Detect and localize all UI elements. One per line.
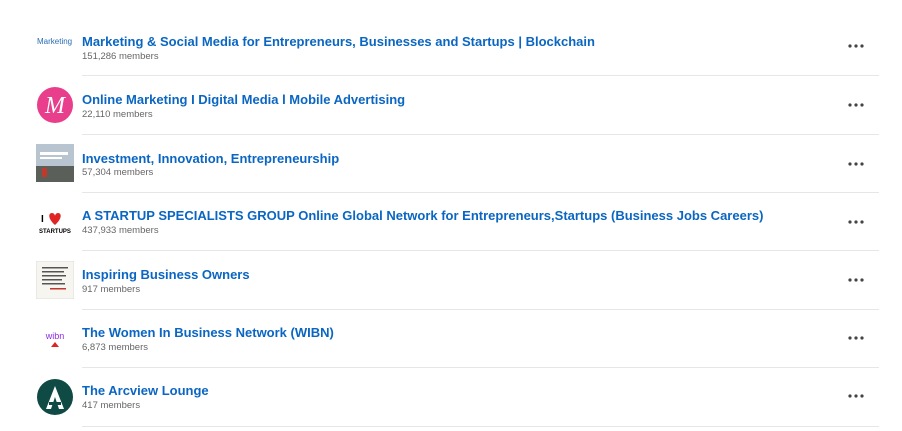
- group-name-link[interactable]: Marketing & Social Media for Entrepreneu…: [82, 34, 595, 49]
- group-logo-text: Marketing: [37, 37, 72, 46]
- ellipsis-icon[interactable]: [843, 214, 869, 230]
- list-item: Investment, Innovation, Entrepreneurship…: [0, 135, 902, 193]
- group-logo[interactable]: Marketing: [36, 22, 74, 60]
- ellipsis-icon[interactable]: [843, 97, 869, 113]
- member-count: 917 members: [82, 284, 141, 295]
- group-logo[interactable]: M: [36, 86, 74, 124]
- group-logo-text: STARTUPS: [39, 229, 71, 235]
- group-logo[interactable]: [36, 261, 74, 299]
- group-logo[interactable]: I STARTUPS: [36, 203, 74, 241]
- group-logo[interactable]: wibn: [36, 319, 74, 357]
- group-logo-text: wibn: [45, 331, 65, 341]
- group-logo-text: M: [44, 93, 67, 119]
- ellipsis-icon[interactable]: [843, 388, 869, 404]
- list-item: wibn The Women In Business Network (WIBN…: [0, 310, 902, 368]
- groups-list: Marketing Marketing & Social Media for E…: [0, 0, 902, 431]
- group-name-link[interactable]: Investment, Innovation, Entrepreneurship: [82, 151, 339, 166]
- member-count: 22,110 members: [82, 109, 153, 120]
- group-name-link[interactable]: The Women In Business Network (WIBN): [82, 325, 334, 340]
- ellipsis-icon[interactable]: [843, 330, 869, 346]
- member-count: 417 members: [82, 400, 141, 411]
- member-count: 151,286 members: [82, 51, 159, 62]
- member-count: 57,304 members: [82, 167, 154, 178]
- group-logo[interactable]: [36, 144, 74, 182]
- group-name-link[interactable]: Inspiring Business Owners: [82, 267, 250, 282]
- list-item: Inspiring Business Owners 917 members: [0, 251, 902, 309]
- group-logo-text: I: [41, 214, 44, 225]
- list-item: M Online Marketing I Digital Media l Mob…: [0, 76, 902, 134]
- ellipsis-icon[interactable]: [843, 272, 869, 288]
- list-item: I STARTUPS A STARTUP SPECIALISTS GROUP O…: [0, 193, 902, 251]
- ellipsis-icon[interactable]: [843, 156, 869, 172]
- member-count: 6,873 members: [82, 342, 149, 353]
- group-name-link[interactable]: A STARTUP SPECIALISTS GROUP Online Globa…: [82, 208, 763, 223]
- ellipsis-icon[interactable]: [843, 38, 869, 54]
- divider: [82, 426, 879, 427]
- member-count: 437,933 members: [82, 225, 159, 236]
- group-name-link[interactable]: The Arcview Lounge: [82, 383, 209, 398]
- list-item: The Arcview Lounge 417 members: [0, 368, 902, 426]
- group-logo[interactable]: [36, 378, 74, 416]
- group-name-link[interactable]: Online Marketing I Digital Media l Mobil…: [82, 92, 405, 107]
- list-item: Marketing Marketing & Social Media for E…: [0, 12, 902, 70]
